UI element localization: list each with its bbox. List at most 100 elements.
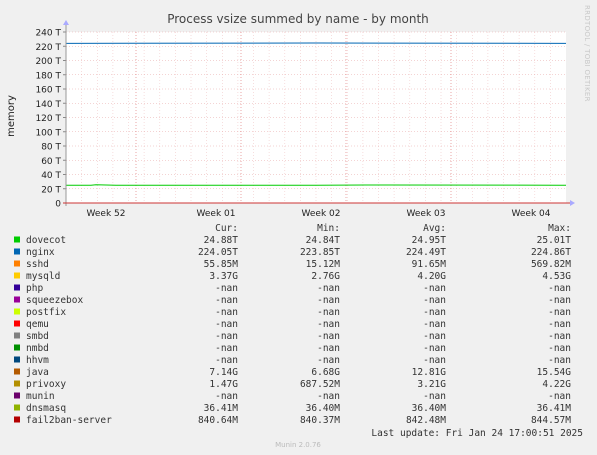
- legend-value-max: 224.86T: [531, 247, 571, 258]
- legend-name: munin: [26, 391, 55, 402]
- last-update: Last update: Fri Jan 24 17:00:51 2025: [371, 428, 583, 439]
- legend-value-avg: 224.49T: [406, 247, 446, 258]
- legend-value-min: -nan: [317, 319, 340, 330]
- legend-name: php: [26, 283, 43, 294]
- legend-name: hhvm: [26, 355, 49, 366]
- legend-header: Cur:: [215, 223, 238, 234]
- legend-swatch-nmbd: [14, 344, 20, 351]
- legend-swatch-dovecot: [14, 236, 20, 243]
- x-tick-label: Week 01: [197, 209, 236, 219]
- legend-swatch-privoxy: [14, 380, 20, 387]
- legend-value-min: -nan: [317, 307, 340, 318]
- legend-value-avg: -nan: [423, 295, 446, 306]
- legend-value-avg: 12.81G: [412, 367, 447, 378]
- legend-name: dnsmasq: [26, 403, 66, 414]
- legend-swatch-fail2ban-server: [14, 416, 20, 423]
- y-tick-label: 200 T: [35, 57, 61, 67]
- legend-value-cur: -nan: [215, 343, 238, 354]
- legend-value-avg: -nan: [423, 307, 446, 318]
- y-tick-label: 100 T: [35, 128, 61, 138]
- y-tick-label: 160 T: [35, 86, 61, 96]
- x-tick-label: Week 03: [407, 209, 446, 219]
- legend-name: postfix: [26, 307, 66, 318]
- legend-value-cur: -nan: [215, 307, 238, 318]
- legend-swatch-hhvm: [14, 356, 20, 363]
- x-axis-arrow: [570, 200, 575, 206]
- legend-value-cur: 224.05T: [198, 247, 238, 258]
- legend-value-min: -nan: [317, 283, 340, 294]
- legend-name: fail2ban-server: [26, 415, 112, 426]
- side-label: RRDTOOL / TOBI OETIKER: [583, 5, 591, 102]
- legend-name: java: [26, 367, 49, 378]
- legend-header: Avg:: [423, 223, 446, 234]
- legend-value-avg: 36.40M: [412, 403, 447, 414]
- legend-value-avg: 91.65M: [412, 259, 447, 270]
- y-tick-label: 0: [55, 200, 61, 210]
- y-tick-label: 180 T: [35, 71, 61, 81]
- y-tick-label: 40 T: [41, 171, 61, 181]
- legend-value-avg: 842.48M: [406, 415, 446, 426]
- legend-value-min: 840.37M: [300, 415, 340, 426]
- legend-value-cur: 7.14G: [209, 367, 238, 378]
- legend-name: privoxy: [26, 379, 66, 390]
- legend-value-max: -nan: [548, 355, 571, 366]
- legend-value-avg: -nan: [423, 319, 446, 330]
- legend-value-max: 4.53G: [542, 271, 571, 282]
- y-tick-label: 220 T: [35, 43, 61, 53]
- legend-swatch-smbd: [14, 332, 20, 339]
- legend-swatch-postfix: [14, 308, 20, 315]
- y-ticks: 0 20 T 40 T 60 T 80 T 100 T 120 T 140 T 160 T 180…: [35, 29, 66, 210]
- legend-value-min: 6.68G: [311, 367, 340, 378]
- y-axis-arrow: [63, 20, 69, 25]
- legend-value-min: -nan: [317, 355, 340, 366]
- legend-value-max: 844.57M: [531, 415, 571, 426]
- legend-swatch-munin: [14, 392, 20, 399]
- legend-value-max: -nan: [548, 331, 571, 342]
- legend-value-max: 15.54G: [537, 367, 572, 378]
- legend-name: sshd: [26, 259, 49, 270]
- x-tick-label: Week 52: [87, 209, 126, 219]
- y-tick-label: 20 T: [41, 185, 61, 195]
- legend-value-max: 569.82M: [531, 259, 571, 270]
- y-tick-label: 80 T: [41, 143, 61, 153]
- legend-swatch-qemu: [14, 320, 20, 327]
- legend-value-avg: 24.95T: [412, 235, 447, 246]
- x-tick-label: Week 02: [302, 209, 341, 219]
- legend-value-max: -nan: [548, 391, 571, 402]
- legend-name: mysqld: [26, 271, 60, 282]
- legend-value-cur: 3.37G: [209, 271, 238, 282]
- legend-value-cur: -nan: [215, 355, 238, 366]
- legend: Cur: Min: Avg: Max: dovecot 24.88T 24.84T 24.95…: [14, 223, 571, 426]
- legend-value-min: 15.12M: [306, 259, 341, 270]
- legend-swatch-sshd: [14, 260, 20, 267]
- legend-value-max: -nan: [548, 343, 571, 354]
- legend-name: smbd: [26, 331, 49, 342]
- legend-value-cur: -nan: [215, 295, 238, 306]
- legend-value-cur: 36.41M: [204, 403, 239, 414]
- legend-value-cur: 24.88T: [204, 235, 239, 246]
- legend-header: Min:: [317, 223, 340, 234]
- legend-value-avg: -nan: [423, 355, 446, 366]
- legend-value-min: -nan: [317, 343, 340, 354]
- y-tick-label: 60 T: [41, 157, 61, 167]
- legend-value-min: -nan: [317, 391, 340, 402]
- legend-value-max: 25.01T: [537, 235, 572, 246]
- legend-name: qemu: [26, 319, 49, 330]
- legend-value-min: 687.52M: [300, 379, 340, 390]
- legend-value-cur: 840.64M: [198, 415, 238, 426]
- legend-value-avg: 4.20G: [417, 271, 446, 282]
- legend-value-avg: 3.21G: [417, 379, 446, 390]
- legend-value-min: -nan: [317, 295, 340, 306]
- y-axis-label: memory: [6, 95, 17, 137]
- legend-swatch-php: [14, 284, 20, 291]
- legend-value-cur: -nan: [215, 391, 238, 402]
- footer-version: Munin 2.0.76: [275, 441, 321, 449]
- legend-header: Max:: [548, 223, 571, 234]
- legend-value-max: -nan: [548, 283, 571, 294]
- legend-value-avg: -nan: [423, 391, 446, 402]
- legend-swatch-java: [14, 368, 20, 375]
- y-tick-label: 140 T: [35, 100, 61, 110]
- legend-value-max: -nan: [548, 307, 571, 318]
- legend-swatch-mysqld: [14, 272, 20, 279]
- y-tick-label: 240 T: [35, 29, 61, 39]
